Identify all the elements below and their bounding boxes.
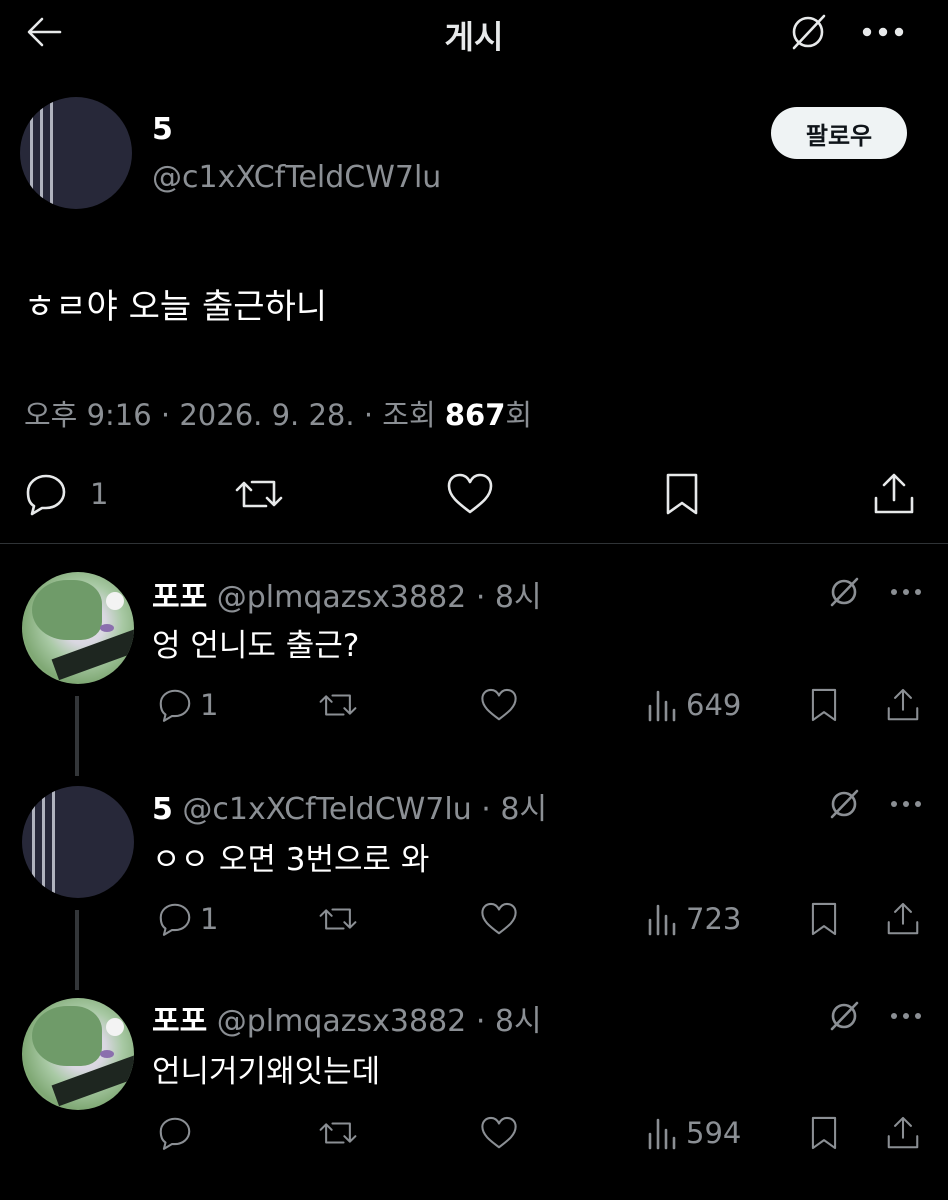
author-name[interactable]: 5 — [152, 112, 173, 147]
more-icon[interactable] — [858, 10, 908, 54]
repost-icon[interactable] — [316, 900, 360, 938]
reply-header: 포포 @plmqazsx3882 · 8시 — [152, 996, 542, 1040]
heart-icon[interactable] — [478, 686, 520, 724]
reply-text: ㅇㅇ 오면 3번으로 와 — [152, 842, 430, 878]
views-button[interactable]: 723 — [646, 900, 741, 938]
reply-header: 포포 @plmqazsx3882 · 8시 — [152, 572, 542, 616]
more-icon[interactable] — [886, 786, 926, 822]
heart-icon[interactable] — [478, 900, 520, 938]
avatar[interactable] — [22, 572, 134, 684]
reply-author-handle[interactable]: @plmqazsx3882 — [217, 580, 467, 615]
reply-author-name[interactable]: 포포 — [152, 1004, 207, 1039]
reply-author-name[interactable]: 포포 — [152, 580, 207, 615]
reply-count: 1 — [90, 477, 109, 511]
reply-count: 1 — [200, 902, 219, 936]
avatar[interactable] — [22, 786, 134, 898]
repost-icon — [232, 470, 286, 518]
reply-icon — [156, 900, 194, 938]
repost-button[interactable] — [232, 470, 286, 518]
grok-icon[interactable] — [786, 10, 830, 54]
reply-time[interactable]: · 8시 — [481, 792, 547, 827]
author-handle[interactable]: @c1xXCfTeldCW7lu — [152, 160, 441, 195]
heart-icon — [444, 470, 496, 518]
views-label: 조회 — [382, 398, 445, 432]
analytics-icon — [646, 686, 680, 724]
views-count[interactable]: 867 — [445, 398, 506, 432]
reply-count: 1 — [200, 688, 219, 722]
like-button[interactable] — [444, 470, 496, 518]
reply-text: 언니거기왜잇는데 — [152, 1054, 381, 1090]
views-count: 594 — [686, 1116, 742, 1150]
reply-time[interactable]: · 8시 — [476, 1004, 542, 1039]
share-icon[interactable] — [884, 900, 922, 938]
reply-button[interactable] — [156, 1114, 200, 1152]
reply-header: 5 @c1xXCfTeldCW7lu · 8시 — [152, 784, 547, 828]
reply-button[interactable]: 1 — [156, 686, 218, 724]
views-count: 649 — [686, 688, 742, 722]
share-button[interactable] — [870, 470, 918, 518]
repost-icon[interactable] — [316, 686, 360, 724]
post-text: ㅎㄹ야 오늘 출근하니 — [24, 287, 328, 327]
reply-icon — [22, 470, 70, 518]
post-time[interactable]: 오후 9:16 — [24, 398, 152, 432]
avatar[interactable] — [20, 97, 132, 209]
reply-button[interactable]: 1 — [22, 470, 108, 518]
reply-text: 엉 언니도 출근? — [152, 628, 360, 664]
grok-icon[interactable] — [826, 574, 862, 610]
divider — [0, 543, 948, 544]
grok-icon[interactable] — [826, 998, 862, 1034]
separator: · — [151, 398, 180, 432]
grok-icon[interactable] — [826, 786, 862, 822]
reply-author-handle[interactable]: @plmqazsx3882 — [217, 1004, 467, 1039]
thread-line — [75, 696, 79, 776]
reply-button[interactable]: 1 — [156, 900, 218, 938]
heart-icon[interactable] — [478, 1114, 520, 1152]
reply-time[interactable]: · 8시 — [476, 580, 542, 615]
reply-author-handle[interactable]: @c1xXCfTeldCW7lu — [182, 792, 471, 827]
views-button[interactable]: 594 — [646, 1114, 741, 1152]
bookmark-icon — [660, 470, 704, 518]
analytics-icon — [646, 1114, 680, 1152]
bookmark-button[interactable] — [660, 470, 704, 518]
more-icon[interactable] — [886, 574, 926, 610]
more-icon[interactable] — [886, 998, 926, 1034]
views-button[interactable]: 649 — [646, 686, 741, 724]
bookmark-icon[interactable] — [806, 900, 842, 938]
bookmark-icon[interactable] — [806, 1114, 842, 1152]
repost-icon[interactable] — [316, 1114, 360, 1152]
separator: · — [354, 398, 383, 432]
analytics-icon — [646, 900, 680, 938]
top-bar: 게시 — [0, 0, 948, 64]
share-icon — [870, 470, 918, 518]
reply-author-name[interactable]: 5 — [152, 792, 173, 827]
views-count: 723 — [686, 902, 742, 936]
post-date[interactable]: 2026. 9. 28. — [179, 398, 354, 432]
share-icon[interactable] — [884, 1114, 922, 1152]
follow-button[interactable]: 팔로우 — [771, 107, 907, 159]
avatar[interactable] — [22, 998, 134, 1110]
reply-icon — [156, 1114, 194, 1152]
thread-line — [75, 910, 79, 990]
views-suffix: 회 — [505, 398, 533, 432]
reply-icon — [156, 686, 194, 724]
share-icon[interactable] — [884, 686, 922, 724]
post-meta: 오후 9:16 · 2026. 9. 28. · 조회 867회 — [24, 392, 532, 434]
bookmark-icon[interactable] — [806, 686, 842, 724]
